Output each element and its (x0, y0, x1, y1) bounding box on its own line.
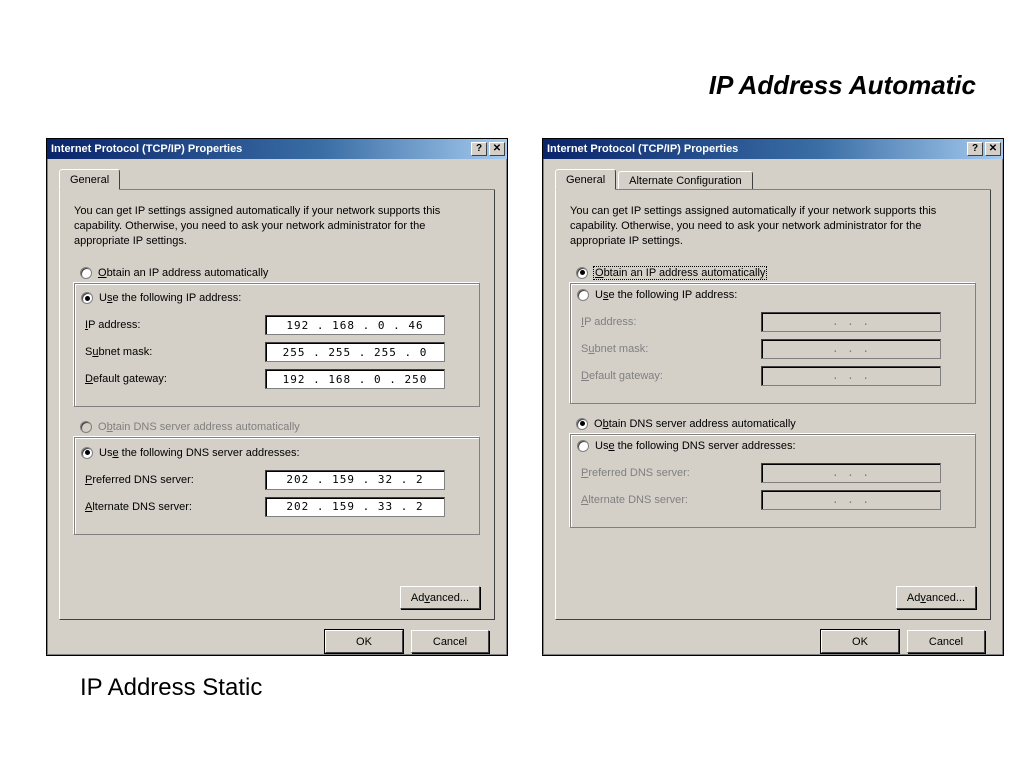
radio-icon (81, 292, 93, 304)
radio-use-dns[interactable]: Use the following DNS server addresses: (577, 440, 800, 452)
input-subnet-mask: . . . (761, 339, 941, 359)
help-button[interactable]: ? (967, 142, 983, 156)
tab-alternate-configuration[interactable]: Alternate Configuration (618, 171, 753, 189)
label-alternate-dns: Alternate DNS server: (581, 494, 761, 506)
label-alternate-dns: Alternate DNS server: (85, 501, 265, 513)
tab-panel-general: You can get IP settings assigned automat… (59, 190, 495, 620)
description-text: You can get IP settings assigned automat… (570, 204, 976, 249)
radio-use-ip[interactable]: Use the following IP address: (81, 292, 245, 304)
tab-panel-general: You can get IP settings assigned automat… (555, 190, 991, 620)
titlebar[interactable]: Internet Protocol (TCP/IP) Properties ? … (543, 139, 1003, 159)
tcpip-properties-dialog-static: Internet Protocol (TCP/IP) Properties ? … (46, 138, 508, 656)
radio-obtain-dns[interactable]: Obtain DNS server address automatically (576, 418, 976, 430)
radio-icon (80, 421, 92, 433)
close-button[interactable]: ✕ (985, 142, 1001, 156)
label-subnet-mask: Subnet mask: (85, 346, 265, 358)
radio-obtain-dns: Obtain DNS server address automatically (80, 421, 480, 433)
radio-obtain-ip[interactable]: Obtain an IP address automatically (576, 267, 976, 279)
radio-icon (576, 418, 588, 430)
group-use-ip: Use the following IP address: IP address… (570, 283, 976, 404)
close-button[interactable]: ✕ (489, 142, 505, 156)
label-preferred-dns: Preferred DNS server: (581, 467, 761, 479)
label-subnet-mask: Subnet mask: (581, 343, 761, 355)
radio-label: Obtain an IP address automatically (594, 267, 766, 279)
radio-use-dns[interactable]: Use the following DNS server addresses: (81, 447, 304, 459)
advanced-button[interactable]: Advanced... (896, 586, 976, 609)
ok-button[interactable]: OK (821, 630, 899, 653)
radio-icon (577, 289, 589, 301)
description-text: You can get IP settings assigned automat… (74, 204, 480, 249)
input-ip-address: . . . (761, 312, 941, 332)
tcpip-properties-dialog-automatic: Internet Protocol (TCP/IP) Properties ? … (542, 138, 1004, 656)
input-default-gateway: . . . (761, 366, 941, 386)
radio-icon (577, 440, 589, 452)
radio-label: Use the following IP address: (595, 289, 737, 301)
ok-button[interactable]: OK (325, 630, 403, 653)
heading-static: IP Address Static (80, 674, 262, 702)
radio-label: Use the following DNS server addresses: (595, 440, 796, 452)
input-preferred-dns: . . . (761, 463, 941, 483)
radio-label: Obtain an IP address automatically (98, 267, 268, 279)
radio-label: Use the following DNS server addresses: (99, 447, 300, 459)
input-alternate-dns: . . . (761, 490, 941, 510)
group-use-dns: Use the following DNS server addresses: … (74, 437, 480, 535)
input-subnet-mask[interactable]: 255 . 255 . 255 . 0 (265, 342, 445, 362)
input-alternate-dns[interactable]: 202 . 159 . 33 . 2 (265, 497, 445, 517)
window-title: Internet Protocol (TCP/IP) Properties (51, 143, 471, 155)
titlebar[interactable]: Internet Protocol (TCP/IP) Properties ? … (47, 139, 507, 159)
radio-icon (80, 267, 92, 279)
window-title: Internet Protocol (TCP/IP) Properties (547, 143, 967, 155)
input-default-gateway[interactable]: 192 . 168 . 0 . 250 (265, 369, 445, 389)
label-default-gateway: Default gateway: (85, 373, 265, 385)
advanced-button[interactable]: Advanced... (400, 586, 480, 609)
input-preferred-dns[interactable]: 202 . 159 . 32 . 2 (265, 470, 445, 490)
tab-general[interactable]: General (59, 169, 120, 190)
radio-icon (81, 447, 93, 459)
label-default-gateway: Default gateway: (581, 370, 761, 382)
label-ip-address: IP address: (85, 319, 265, 331)
radio-icon (576, 267, 588, 279)
label-ip-address: IP address: (581, 316, 761, 328)
cancel-button[interactable]: Cancel (411, 630, 489, 653)
cancel-button[interactable]: Cancel (907, 630, 985, 653)
help-button[interactable]: ? (471, 142, 487, 156)
label-preferred-dns: Preferred DNS server: (85, 474, 265, 486)
group-use-dns: Use the following DNS server addresses: … (570, 434, 976, 528)
tab-strip: General Alternate Configuration (555, 169, 991, 190)
tab-strip: General (59, 169, 495, 190)
radio-use-ip[interactable]: Use the following IP address: (577, 289, 741, 301)
heading-automatic: IP Address Automatic (709, 70, 976, 101)
radio-label: Use the following IP address: (99, 292, 241, 304)
tab-general[interactable]: General (555, 169, 616, 190)
radio-obtain-ip[interactable]: Obtain an IP address automatically (80, 267, 480, 279)
radio-label: Obtain DNS server address automatically (98, 421, 300, 433)
group-use-ip: Use the following IP address: IP address… (74, 283, 480, 408)
radio-label: Obtain DNS server address automatically (594, 418, 796, 430)
input-ip-address[interactable]: 192 . 168 . 0 . 46 (265, 315, 445, 335)
